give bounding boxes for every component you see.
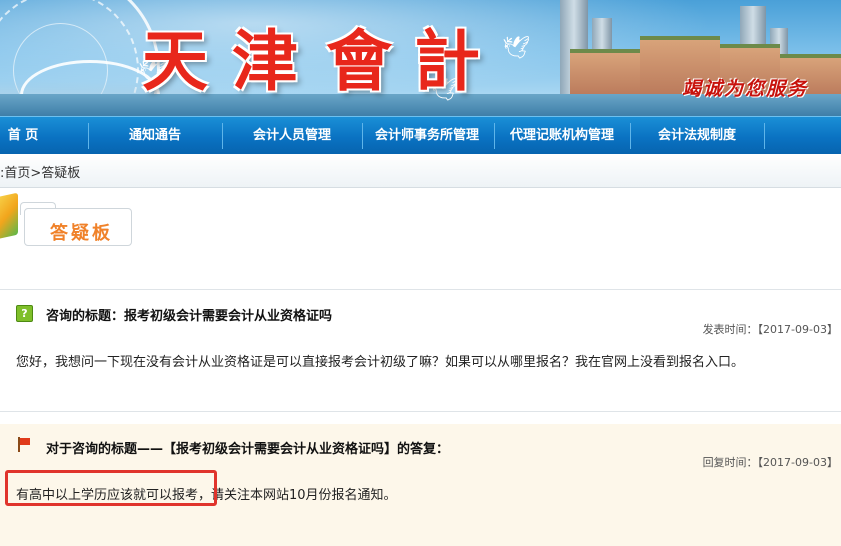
- section-divider: [0, 289, 841, 290]
- nav-item-agency-management[interactable]: 代理记账机构管理: [500, 117, 624, 155]
- nav-divider: [362, 123, 363, 149]
- header-banner: 🕊 🕊 🕊 天 津 會 計 竭诚为您服务: [0, 0, 841, 116]
- nav-divider: [494, 123, 495, 149]
- page-title: 答疑板: [50, 223, 113, 244]
- question-title: 咨询的标题：报考初级会计需要会计从业资格证吗: [46, 309, 333, 324]
- nav-item-firm-management[interactable]: 会计师事务所管理: [366, 117, 488, 155]
- book-icon: [0, 192, 18, 240]
- building: [570, 49, 640, 98]
- main-nav: 首 页 通知通告 会计人员管理 会计师事务所管理 代理记账机构管理 会计法规制度: [0, 116, 841, 155]
- nav-divider: [630, 123, 631, 149]
- logo-char-kuai: 會: [326, 22, 392, 100]
- question-post-time: 发表时间：【2017-09-03】: [702, 323, 838, 336]
- nav-item-notices[interactable]: 通知通告: [100, 117, 210, 155]
- logo-char-jin: 津: [232, 22, 298, 100]
- flag-icon: [18, 437, 30, 452]
- logo-char-ji: 計: [414, 22, 480, 100]
- slogan: 竭诚为您服务: [682, 78, 809, 100]
- breadcrumb[interactable]: :首页>答疑板: [0, 162, 80, 181]
- breadcrumb-bar: :首页>答疑板: [0, 154, 841, 188]
- question-icon: ?: [16, 305, 33, 322]
- nav-item-regulations[interactable]: 会计法规制度: [636, 117, 758, 155]
- nav-divider: [222, 123, 223, 149]
- highlight-box: [5, 470, 217, 506]
- answer-reply-time: 回复时间：【2017-09-03】: [702, 456, 838, 469]
- section-divider: [0, 411, 841, 412]
- nav-item-home[interactable]: 首 页: [0, 117, 46, 155]
- flag-cloth: [20, 438, 30, 445]
- nav-divider: [88, 123, 89, 149]
- nav-item-accountant-management[interactable]: 会计人员管理: [234, 117, 350, 155]
- nav-divider: [764, 123, 765, 149]
- dove-icon: 🕊: [502, 36, 530, 61]
- logo-char-tian: 天: [142, 22, 208, 100]
- answer-title: 对于咨询的标题——【报考初级会计需要会计从业资格证吗】的答复：: [46, 442, 450, 457]
- question-body: 您好，我想问一下现在没有会计从业资格证是可以直接报考会计初级了嘛？如果可以从哪里…: [16, 355, 745, 370]
